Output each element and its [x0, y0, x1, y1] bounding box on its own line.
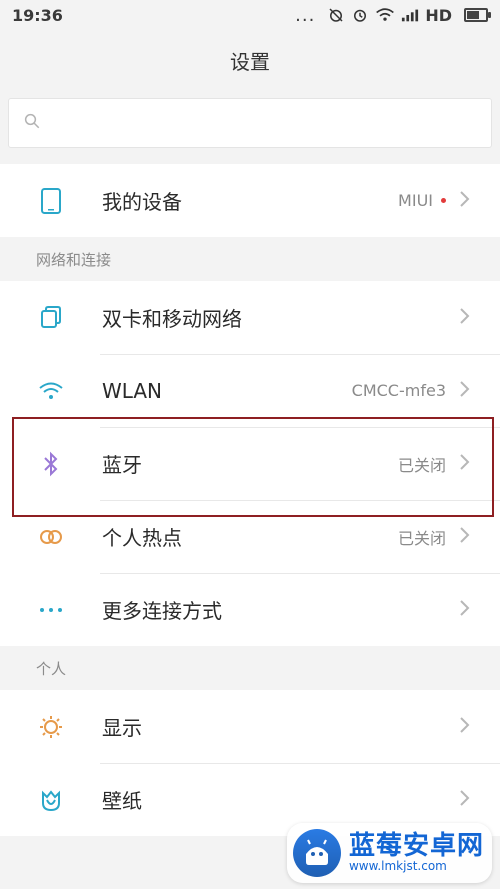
dual-sim-icon: [36, 303, 66, 333]
row-label: 显示: [102, 716, 142, 740]
signal-icon: [401, 7, 419, 23]
row-my-device[interactable]: 我的设备 MIUI: [0, 164, 500, 237]
group-device: 我的设备 MIUI: [0, 164, 500, 237]
chevron-right-icon: [458, 715, 472, 739]
section-header-personal: 个人: [0, 646, 500, 690]
status-bar: 19:36 ... HD: [0, 0, 500, 30]
alarm-off-icon: [327, 6, 345, 24]
chevron-right-icon: [458, 306, 472, 330]
chevron-right-icon: [458, 525, 472, 549]
watermark-logo: 蓝莓安卓网 www.lmkjst.com: [286, 823, 492, 883]
page-title: 设置: [230, 49, 270, 74]
hotspot-icon: [36, 522, 66, 552]
group-personal: 显示 壁纸: [0, 690, 500, 836]
status-more-dots: ...: [295, 4, 316, 26]
row-value: MIUI: [398, 191, 446, 210]
row-label: 双卡和移动网络: [102, 307, 242, 331]
notification-dot: [441, 198, 446, 203]
sun-icon: [36, 712, 66, 742]
chevron-right-icon: [458, 452, 472, 476]
row-display[interactable]: 显示: [0, 690, 500, 763]
phone-icon: [36, 186, 66, 216]
status-icons: ... HD: [295, 4, 491, 26]
row-label: 个人热点: [102, 526, 182, 550]
group-network: 双卡和移动网络 WLAN CMCC-mfe3 蓝牙 已关闭 个人热点 已关闭 更…: [0, 281, 500, 646]
bluetooth-icon: [36, 449, 66, 479]
row-more-connections[interactable]: 更多连接方式: [0, 573, 500, 646]
chevron-right-icon: [458, 598, 472, 622]
row-bluetooth[interactable]: 蓝牙 已关闭: [0, 427, 500, 500]
row-label: 蓝牙: [102, 453, 142, 477]
status-time: 19:36: [12, 5, 63, 25]
row-label: WLAN: [102, 378, 163, 403]
more-dots-icon: [36, 595, 66, 625]
title-bar: 设置: [0, 30, 500, 90]
search-icon: [23, 112, 41, 134]
chevron-right-icon: [458, 379, 472, 403]
wallpaper-icon: [36, 785, 66, 815]
chevron-right-icon: [458, 189, 472, 213]
row-value: CMCC-mfe3: [351, 381, 446, 400]
search-wrap: [0, 90, 500, 156]
section-header-network: 网络和连接: [0, 237, 500, 281]
battery-icon: [464, 8, 491, 22]
alarm-icon: [351, 6, 369, 24]
row-hotspot[interactable]: 个人热点 已关闭: [0, 500, 500, 573]
wifi-icon: [36, 376, 66, 406]
row-wlan[interactable]: WLAN CMCC-mfe3: [0, 354, 500, 427]
watermark-title: 蓝莓安卓网: [348, 831, 484, 862]
android-logo-icon: [292, 829, 341, 877]
row-label: 我的设备: [102, 190, 182, 214]
device-version: MIUI: [398, 191, 433, 210]
chevron-right-icon: [458, 788, 472, 812]
search-input[interactable]: [51, 113, 491, 133]
row-label: 更多连接方式: [102, 599, 222, 623]
row-value: 已关闭: [397, 455, 446, 475]
row-label: 壁纸: [102, 789, 142, 813]
network-type: HD: [425, 5, 452, 25]
wifi-status-icon: [375, 7, 395, 23]
row-value: 已关闭: [397, 528, 446, 548]
watermark-url: www.lmkjst.com: [348, 859, 447, 874]
row-dual-sim[interactable]: 双卡和移动网络: [0, 281, 500, 354]
search-box[interactable]: [8, 98, 492, 148]
